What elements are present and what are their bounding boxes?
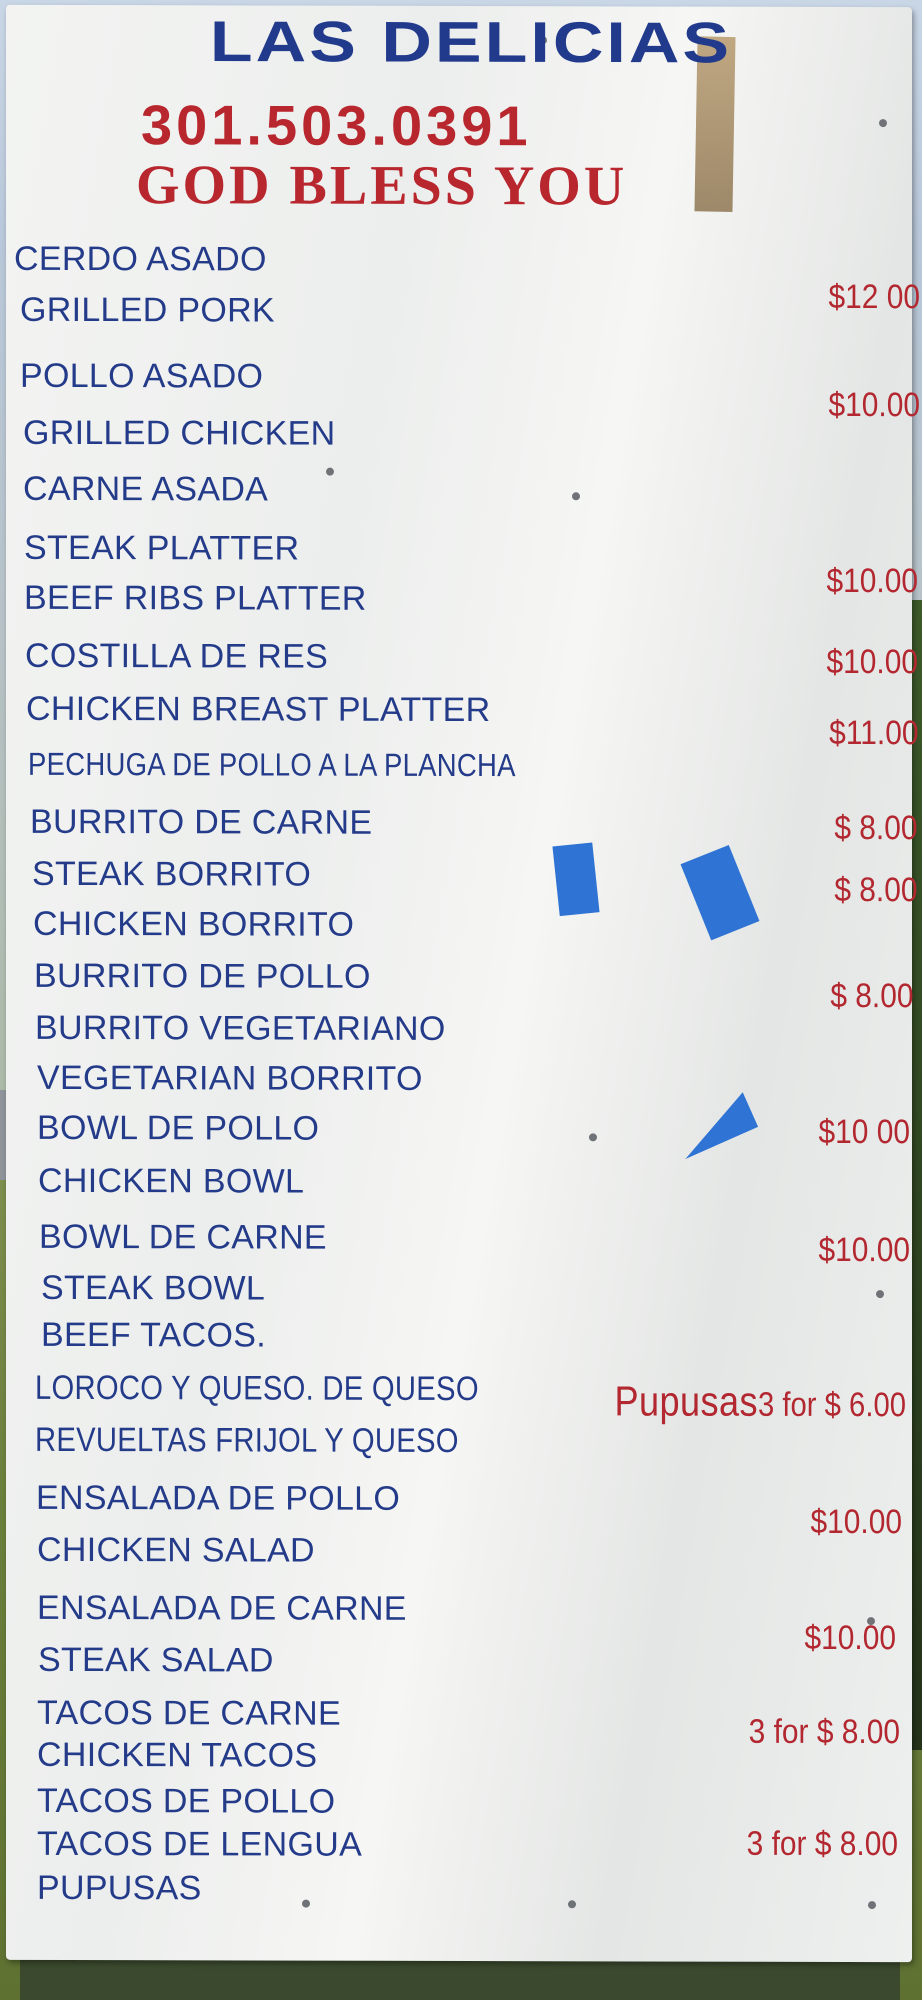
blue-tape-piece [670,1092,759,1159]
menu-item: ENSALADA DE CARNE [37,1588,407,1628]
menu-item: STEAK BORRITO [32,854,312,894]
screw [568,1900,576,1909]
menu-item: VEGETARIAN BORRITO [37,1058,423,1098]
price: $10 00 [818,1112,910,1152]
menu-item: TACOS DE CARNE [37,1693,341,1733]
menu-item: GRILLED CHICKEN [23,413,336,453]
pupusas-price: Pupusas3 for $ 6.00 [614,1377,906,1425]
menu-item: STEAK BOWL [41,1268,266,1308]
menu-item: GRILLED PORK [20,290,275,330]
menu-item: STEAK PLATTER [24,528,300,568]
menu-item: PUPUSAS [37,1868,202,1908]
screw [879,119,887,128]
menu-item: ENSALADA DE POLLO [36,1478,401,1518]
price: $10.00 [828,385,920,425]
menu-item: STEAK SALAD [38,1640,274,1680]
price: $12 00 [828,277,920,317]
menu-item: CHICKEN TACOS [37,1735,318,1775]
menu-board: LAS DELICIAS 301.503.0391 GOD BLESS YOU … [6,4,920,1963]
price: $ 8.00 [834,808,918,848]
price: 3 for $ 8.00 [746,1824,898,1864]
price: $10.00 [826,561,918,601]
pupusas-deal: 3 for $ 6.00 [758,1385,906,1425]
menu-item: CHICKEN SALAD [37,1530,315,1570]
menu-item: TACOS DE LENGUA [37,1824,363,1864]
menu-item: TACOS DE POLLO [37,1781,336,1821]
menu-item: CARNE ASADA [23,469,269,509]
screw [876,1290,884,1299]
price: $10.00 [826,642,918,682]
menu-item: POLLO ASADO [20,356,264,396]
price: $11.00 [828,713,918,753]
blue-tape-piece [680,844,760,941]
menu-item: BOWL DE CARNE [39,1217,327,1257]
blue-tape-piece [552,842,600,917]
menu-item: BURRITO DE CARNE [30,802,373,842]
menu-item: BURRITO DE POLLO [34,956,371,996]
menu-item: CHICKEN BORRITO [33,904,355,944]
menu-item: CERDO ASADO [14,239,267,279]
menu-item: LOROCO Y QUESO. DE QUESO [35,1368,479,1409]
blessing-text: GOD BLESS YOU [136,154,628,218]
screw [326,467,334,476]
phone-number: 301.503.0391 [141,93,532,158]
price: 3 for $ 8.00 [748,1712,900,1752]
menu-item: BEEF TACOS. [41,1315,266,1355]
screw [868,1901,876,1910]
menu-item: BURRITO VEGETARIANO [35,1008,446,1048]
menu-item: REVUELTAS FRIJOL Y QUESO [35,1420,459,1460]
pupusas-label: Pupusas [614,1377,759,1425]
menu-item: CHICKEN BREAST PLATTER [26,689,491,730]
screw [572,492,580,501]
business-name: LAS DELICIAS [209,9,733,75]
menu-item: BEEF RIBS PLATTER [24,578,367,618]
price: $10.00 [810,1502,902,1542]
menu-item: PECHUGA DE POLLO A LA PLANCHA [28,745,516,784]
price: $ 8.00 [834,870,918,910]
price: $10.00 [804,1618,896,1658]
price: $ 8.00 [830,976,914,1016]
menu-item: CHICKEN BOWL [38,1161,305,1201]
screw [302,1899,310,1908]
menu-item: COSTILLA DE RES [25,636,329,676]
menu-item: BOWL DE POLLO [37,1108,320,1148]
screw [589,1133,597,1142]
price: $10.00 [818,1230,910,1270]
